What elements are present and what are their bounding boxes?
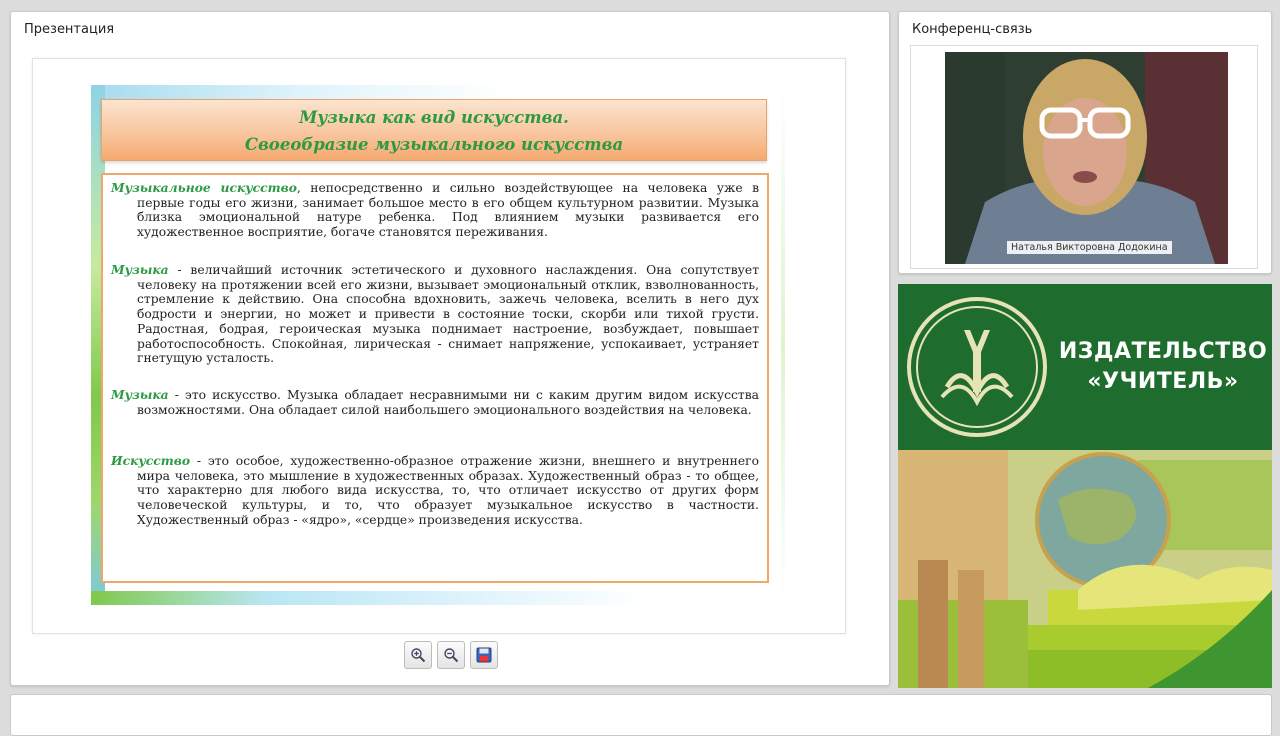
publisher-banner[interactable]: ИЗДАТЕЛЬСТВО «УЧИТЕЛЬ» (898, 284, 1272, 688)
save-button[interactable] (470, 641, 498, 669)
slide-term: Музыка (111, 387, 169, 402)
slide-paragraph-text: - это искусство. Музыка обладает несравн… (137, 388, 759, 417)
bottom-panel (10, 694, 1272, 736)
save-icon (476, 647, 492, 663)
slide-decoration-right (781, 85, 785, 605)
slide-toolbar (402, 641, 512, 671)
participant-video[interactable]: Наталья Викторовна Додокина (945, 52, 1228, 264)
slide-paragraph: Музыка - это искусство. Музыка обладает … (111, 387, 759, 417)
slide-paragraph: Музыка - величайший источник эстетическо… (111, 262, 759, 366)
slide-term: Искусство (111, 453, 191, 468)
publisher-logo-icon (907, 297, 1047, 437)
publisher-name-line-1: ИЗДАТЕЛЬСТВО (1058, 339, 1268, 364)
zoom-in-button[interactable] (404, 641, 432, 669)
slide-title-line-2: Своеобразие музыкального искусства (244, 135, 624, 154)
publisher-banner-header: ИЗДАТЕЛЬСТВО «УЧИТЕЛЬ» (898, 284, 1272, 450)
presentation-panel-title: Презентация (24, 22, 115, 37)
video-container: Наталья Викторовна Додокина (910, 45, 1258, 269)
conference-panel-title: Конференц-связь (912, 22, 1033, 37)
books-globe-image (898, 450, 1272, 688)
participant-avatar-image (945, 52, 1228, 264)
slide-term: Музыка (111, 262, 169, 277)
slide: Музыка как вид искусства. Своеобразие му… (91, 85, 785, 605)
slide-paragraph: Искусство - это особое, художественно-об… (111, 453, 759, 528)
presentation-panel: Презентация Музыка как вид искусства. Св… (10, 11, 890, 686)
slide-paragraph: Музыкальное искусство, непосредственно и… (111, 180, 759, 240)
zoom-out-icon (444, 648, 459, 663)
zoom-out-button[interactable] (437, 641, 465, 669)
publisher-banner-image (898, 450, 1272, 688)
publisher-name-line-2: «УЧИТЕЛЬ» (1087, 369, 1239, 394)
participant-name-label: Наталья Викторовна Додокина (1007, 241, 1172, 254)
slide-paragraph-text: - величайший источник эстетического и ду… (137, 263, 759, 366)
slide-title-box: Музыка как вид искусства. Своеобразие му… (101, 99, 767, 161)
slide-title-line-1: Музыка как вид искусства. (299, 108, 569, 127)
slide-decoration-bottom (91, 591, 785, 605)
zoom-in-icon (411, 648, 426, 663)
slide-paragraph-text: - это особое, художественно-образное отр… (137, 454, 759, 527)
conference-panel: Конференц-связь Наталья Викторовна Додок… (898, 11, 1272, 274)
slide-text-box: Музыкальное искусство, непосредственно и… (101, 173, 769, 583)
slide-viewport[interactable]: Музыка как вид искусства. Своеобразие му… (32, 58, 846, 634)
slide-term: Музыкальное искусство (111, 180, 297, 195)
